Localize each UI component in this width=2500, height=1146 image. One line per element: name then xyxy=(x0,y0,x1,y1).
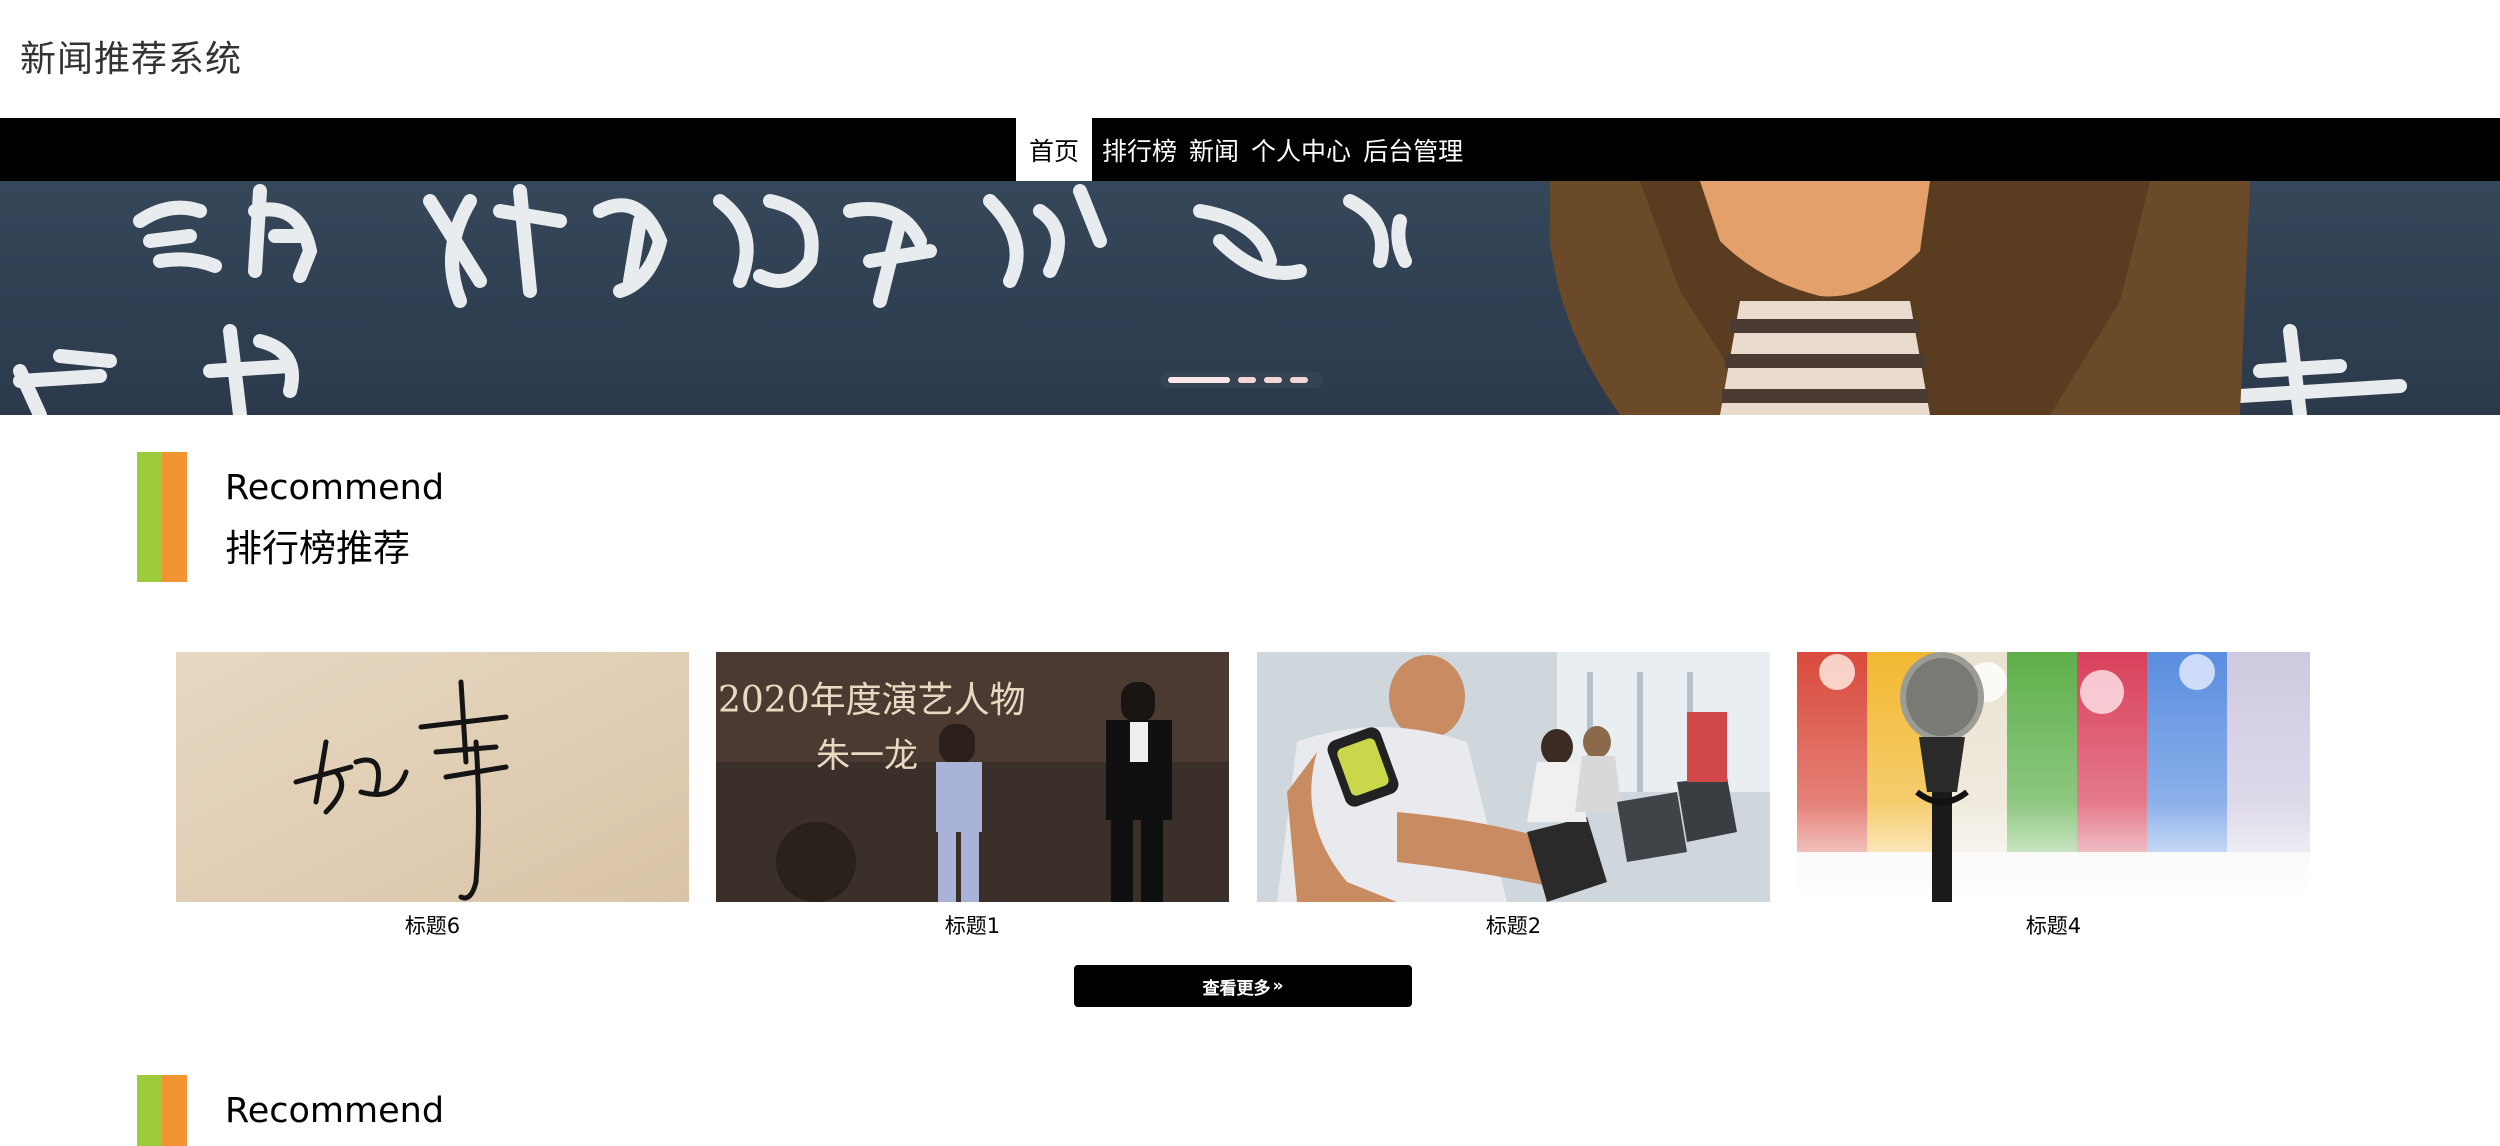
news-thumbnail xyxy=(1797,652,2310,902)
news-card-title: 标题6 xyxy=(404,914,461,938)
carousel-indicator xyxy=(1160,372,1323,388)
banner-carousel[interactable] xyxy=(0,181,2500,415)
news-thumbnail xyxy=(1257,652,1770,902)
nav-item-ranking[interactable]: 排行榜 xyxy=(1096,118,1183,181)
view-more-label: 查看更多 xyxy=(1202,978,1271,999)
double-chevron-right-icon: » xyxy=(1272,976,1284,996)
section-accent-bar xyxy=(137,452,187,582)
section-title-en: Recommend xyxy=(225,468,445,508)
section-accent-bar xyxy=(137,1075,187,1146)
news-card-title: 标题4 xyxy=(2025,914,2082,938)
nav-item-admin[interactable]: 后台管理 xyxy=(1357,118,1469,181)
nav-item-profile[interactable]: 个人中心 xyxy=(1245,118,1357,181)
carousel-dot-4[interactable] xyxy=(1290,377,1308,383)
thumbnail-text: 朱一龙 xyxy=(816,736,918,776)
site-title: 新闻推荐系统 xyxy=(20,39,243,80)
carousel-dot-2[interactable] xyxy=(1238,377,1256,383)
thumbnail-text: 2020年度演艺人物 xyxy=(718,680,1026,721)
news-card-title: 标题1 xyxy=(944,914,1001,938)
news-thumbnail: 2020年度演艺人物 朱一龙 xyxy=(716,652,1229,902)
nav-item-home[interactable]: 首页 xyxy=(1016,118,1093,181)
carousel-dot-3[interactable] xyxy=(1264,377,1282,383)
news-card[interactable]: 标题6 xyxy=(176,652,689,938)
carousel-dot-1[interactable] xyxy=(1168,377,1230,383)
view-more-button[interactable]: 查看更多 » xyxy=(1074,965,1412,1007)
section-title-en: Recommend xyxy=(225,1091,445,1131)
news-card[interactable]: 标题4 xyxy=(1797,652,2310,938)
section-title-cn: 排行榜推荐 xyxy=(225,527,410,570)
nav-item-news[interactable]: 新闻 xyxy=(1183,118,1245,181)
news-card-title: 标题2 xyxy=(1485,914,1542,938)
news-thumbnail xyxy=(176,652,689,902)
main-nav: 首页 排行榜 新闻 个人中心 后台管理 xyxy=(0,118,2500,181)
news-card[interactable]: 标题2 xyxy=(1257,652,1770,938)
news-card[interactable]: 2020年度演艺人物 朱一龙 标题1 xyxy=(716,652,1229,938)
